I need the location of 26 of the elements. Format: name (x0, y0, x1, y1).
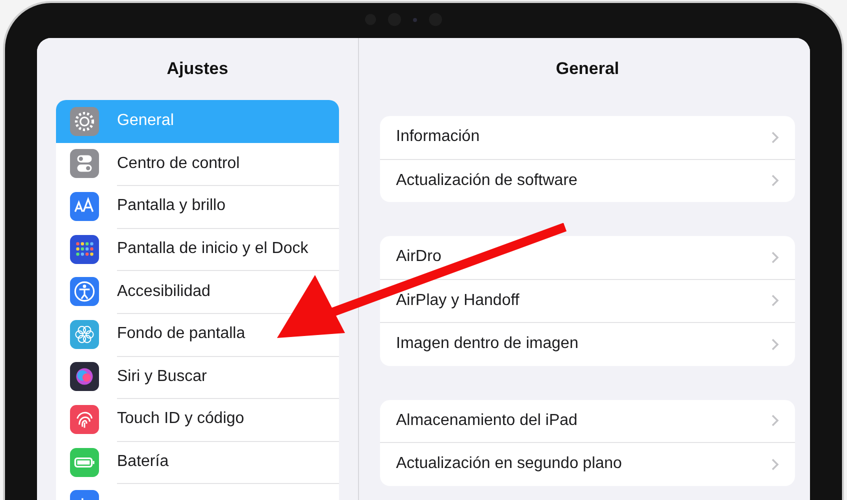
item-label: Centro de control (117, 154, 240, 173)
item-label: Touch ID y código (117, 410, 244, 428)
chevron-icon (771, 414, 779, 428)
chevron-icon (771, 174, 779, 188)
item-label: Accesibilidad (117, 282, 210, 301)
chevron-icon (771, 338, 779, 351)
chevron-icon (771, 250, 779, 264)
settings-row[interactable]: Información (380, 116, 795, 158)
settings-row[interactable]: Almacenamiento del iPad (380, 400, 795, 442)
settings-row[interactable]: Imagen dentro de imagen (380, 322, 795, 366)
chevron-icon (771, 294, 779, 308)
item-label: Siri y Buscar (117, 368, 207, 386)
settings-row[interactable]: AirPlay y Handoff (380, 278, 795, 322)
settings-row[interactable]: AirDro (380, 236, 795, 278)
chevron-icon (771, 458, 779, 471)
settings-row[interactable]: Actualización en segundo plano (380, 442, 795, 486)
chevron-icon (771, 130, 779, 144)
sensor-icon (413, 18, 417, 22)
item-label: Pantalla y brillo (117, 197, 226, 216)
item-label: Batería (117, 453, 169, 472)
sidebar-title: Ajustes (166, 58, 230, 80)
settings-row[interactable]: Actualización de software (380, 158, 795, 202)
item-label: Fondo de pantalla (117, 325, 246, 344)
item-label: Pantalla de inicio y el Dock (117, 240, 308, 258)
page-title: General (554, 58, 620, 80)
item-label: General (117, 112, 174, 130)
